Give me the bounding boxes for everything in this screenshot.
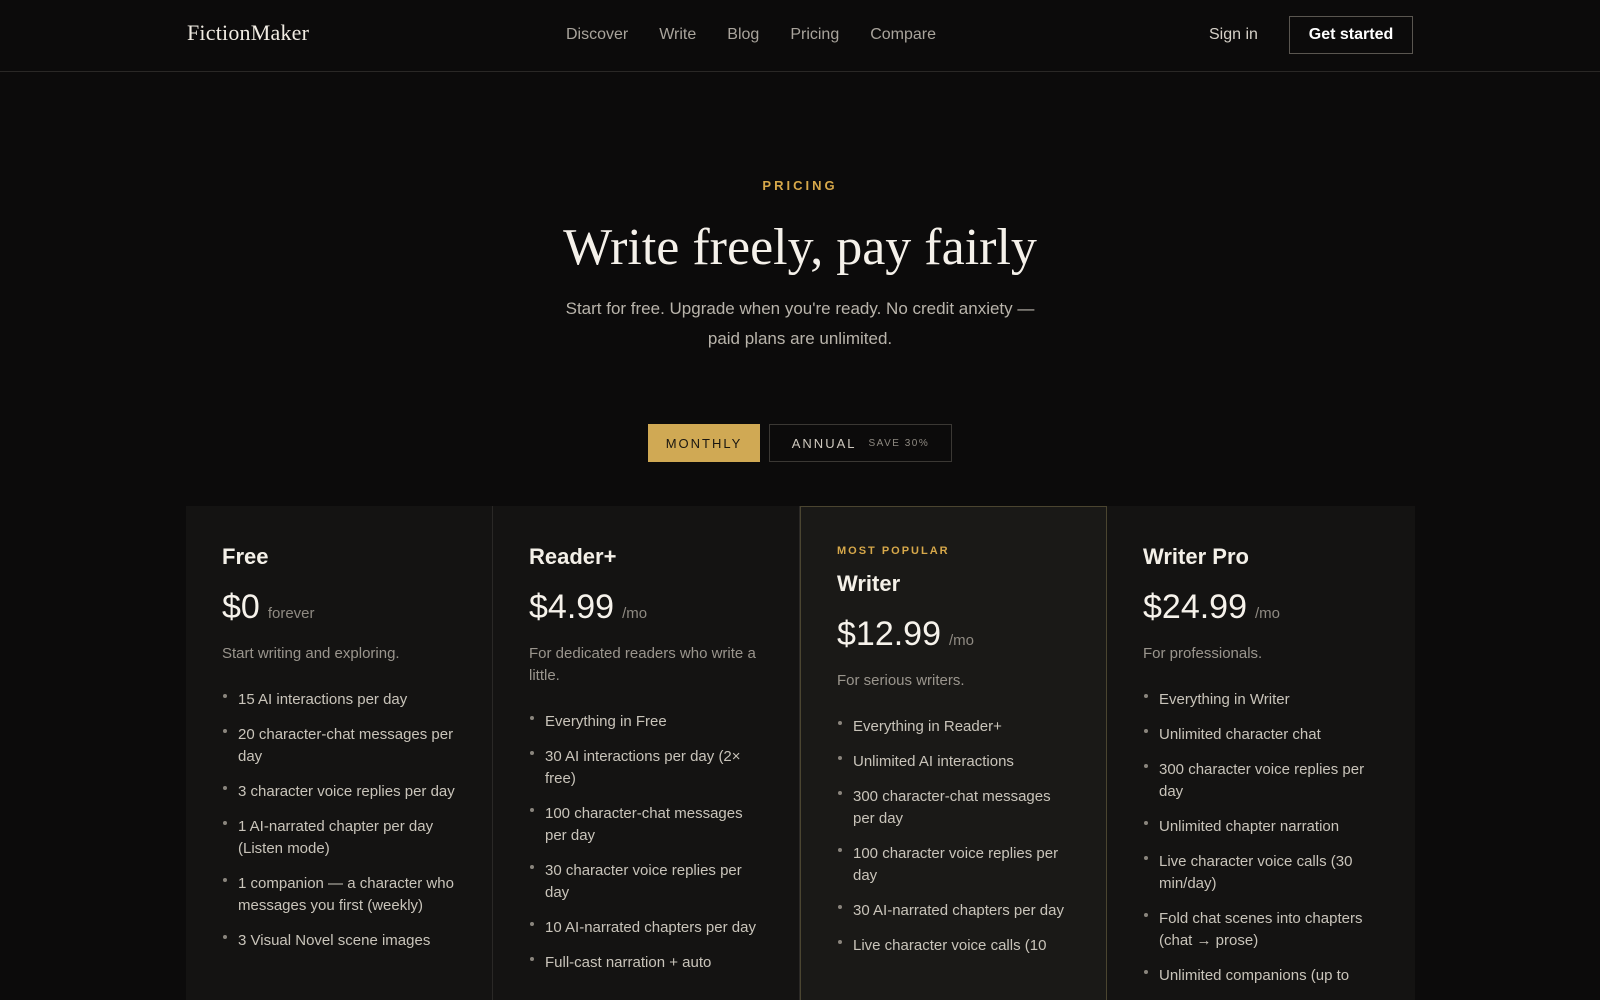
feature-item: 20 character-chat messages per day (222, 724, 456, 768)
top-navigation-bar: FictionMaker Discover Write Blog Pricing… (0, 0, 1600, 72)
plan-name: Free (222, 544, 269, 569)
save-badge: SAVE 30% (868, 437, 930, 449)
feature-item: 1 companion — a character who messages y… (222, 873, 456, 917)
feature-item: 100 character voice replies per day (837, 843, 1070, 887)
plan-card-free: Free $0 forever Start writing and explor… (186, 506, 493, 1000)
feature-item: Live character voice calls (30 min/day) (1143, 851, 1378, 895)
feature-item: 1 AI-narrated chapter per day (Listen mo… (222, 816, 456, 860)
price-row: $24.99 /mo (1143, 588, 1378, 627)
feature-item: 300 character voice replies per day (1143, 759, 1378, 803)
billing-toggle: MONTHLY ANNUAL SAVE 30% (648, 424, 952, 462)
feature-list: Everything in Reader+ Unlimited AI inter… (837, 716, 1070, 957)
annual-label: ANNUAL (791, 435, 857, 451)
annual-toggle-button[interactable]: ANNUAL SAVE 30% (769, 424, 952, 462)
feature-item: Everything in Reader+ (837, 716, 1070, 738)
feature-item: Unlimited character chat (1143, 724, 1378, 746)
plan-description: For dedicated readers who write a little… (529, 645, 756, 684)
plan-card-writer: MOST POPULAR Writer $12.99 /mo For serio… (800, 506, 1107, 1000)
pricing-cards: Free $0 forever Start writing and explor… (186, 506, 1415, 1000)
plan-name: Reader+ (529, 544, 617, 569)
section-eyebrow: PRICING (762, 178, 838, 193)
plan-price: $12.99 (837, 615, 941, 653)
feature-item: Unlimited chapter narration (1143, 816, 1378, 838)
feature-item: Everything in Free (529, 711, 763, 733)
feature-item: Full-cast narration + auto (529, 952, 763, 974)
feature-list: 15 AI interactions per day 20 character-… (222, 689, 456, 952)
feature-item: 10 AI-narrated chapters per day (529, 917, 763, 939)
main-nav: Discover Write Blog Pricing Compare (566, 26, 967, 44)
logo[interactable]: FictionMaker (187, 20, 309, 46)
price-row: $0 forever (222, 588, 456, 627)
feature-item: 100 character-chat messages per day (529, 803, 763, 847)
nav-blog[interactable]: Blog (727, 26, 759, 44)
nav-pricing[interactable]: Pricing (790, 26, 839, 44)
plan-description: For professionals. (1143, 645, 1263, 662)
feature-item: Unlimited companions (up to (1143, 965, 1378, 987)
monthly-toggle-button[interactable]: MONTHLY (648, 424, 760, 462)
nav-compare[interactable]: Compare (870, 26, 936, 44)
plan-period: /mo (949, 632, 975, 649)
feature-item: 3 Visual Novel scene images (222, 930, 456, 952)
feature-item: 300 character-chat messages per day (837, 786, 1070, 830)
plan-name: Writer (837, 571, 901, 596)
plan-period: /mo (1255, 605, 1281, 622)
page-subtitle: Start for free. Upgrade when you're read… (565, 299, 1035, 348)
feature-list: Everything in Free 30 AI interactions pe… (529, 711, 763, 974)
feature-item: 15 AI interactions per day (222, 689, 456, 711)
sign-in-link[interactable]: Sign in (1209, 26, 1258, 44)
plan-description: Start writing and exploring. (222, 645, 400, 662)
plan-name: Writer Pro (1143, 544, 1249, 569)
plan-card-reader-plus: Reader+ $4.99 /mo For dedicated readers … (493, 506, 800, 1000)
get-started-button[interactable]: Get started (1289, 16, 1413, 54)
feature-item: 30 AI interactions per day (2× free) (529, 746, 763, 790)
feature-item: Everything in Writer (1143, 689, 1378, 711)
price-row: $4.99 /mo (529, 588, 763, 627)
feature-item: Live character voice calls (10 (837, 935, 1070, 957)
feature-list: Everything in Writer Unlimited character… (1143, 689, 1378, 987)
feature-item: Fold chat scenes into chapters (chat → p… (1143, 908, 1378, 952)
plan-period: /mo (622, 605, 648, 622)
nav-discover[interactable]: Discover (566, 26, 628, 44)
most-popular-badge: MOST POPULAR (837, 545, 950, 557)
nav-write[interactable]: Write (659, 26, 696, 44)
plan-description: For serious writers. (837, 672, 965, 689)
page-title: Write freely, pay fairly (563, 219, 1037, 276)
plan-price: $24.99 (1143, 588, 1247, 626)
plan-price: $0 (222, 588, 260, 626)
plan-card-writer-pro: Writer Pro $24.99 /mo For professionals.… (1107, 506, 1414, 1000)
feature-item: 3 character voice replies per day (222, 781, 456, 803)
plan-price: $4.99 (529, 588, 615, 626)
feature-item: Unlimited AI interactions (837, 751, 1070, 773)
feature-item: 30 character voice replies per day (529, 860, 763, 904)
plan-period: forever (267, 605, 315, 622)
price-row: $12.99 /mo (837, 615, 1070, 654)
feature-item: 30 AI-narrated chapters per day (837, 900, 1070, 922)
